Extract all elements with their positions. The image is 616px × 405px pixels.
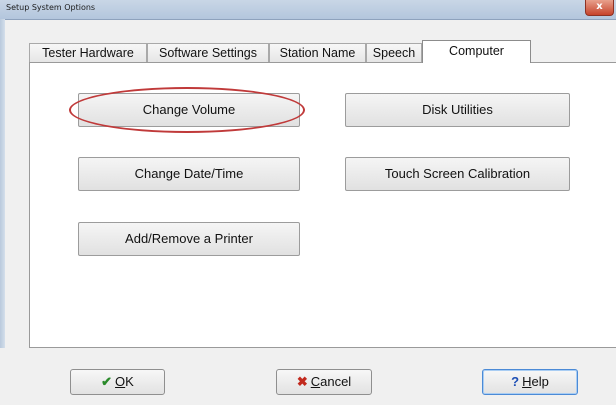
tab-tester-hardware[interactable]: Tester Hardware <box>29 43 147 62</box>
setup-system-options-window: Setup System Options x Tester Hardware S… <box>0 0 616 405</box>
ok-label-rest: K <box>125 374 134 389</box>
tab-speech[interactable]: Speech <box>366 43 422 62</box>
cancel-label-rest: ancel <box>320 374 352 389</box>
help-label-rest: elp <box>531 374 549 389</box>
help-button[interactable]: ? Help <box>482 369 578 395</box>
change-volume-button[interactable]: Change Volume <box>78 93 300 127</box>
tab-computer[interactable]: Computer <box>422 40 531 63</box>
x-icon: ✖ <box>296 374 308 389</box>
change-date-time-button[interactable]: Change Date/Time <box>78 157 300 191</box>
cancel-accel: C <box>310 374 321 389</box>
ok-accel: O <box>115 374 126 389</box>
touch-screen-calibration-button[interactable]: Touch Screen Calibration <box>345 157 570 191</box>
title-bar[interactable]: Setup System Options x <box>0 0 616 20</box>
window-title: Setup System Options <box>6 3 96 12</box>
ok-button[interactable]: ✔ OK <box>70 369 165 395</box>
check-icon: ✔ <box>101 374 113 389</box>
disk-utilities-button[interactable]: Disk Utilities <box>345 93 570 127</box>
tab-software-settings[interactable]: Software Settings <box>147 43 269 62</box>
add-remove-printer-button[interactable]: Add/Remove a Printer <box>78 222 300 256</box>
tab-station-name[interactable]: Station Name <box>269 43 366 62</box>
cancel-button[interactable]: ✖ Cancel <box>276 369 372 395</box>
question-icon: ? <box>511 374 520 389</box>
close-icon: x <box>596 1 603 12</box>
close-button[interactable]: x <box>585 0 614 16</box>
